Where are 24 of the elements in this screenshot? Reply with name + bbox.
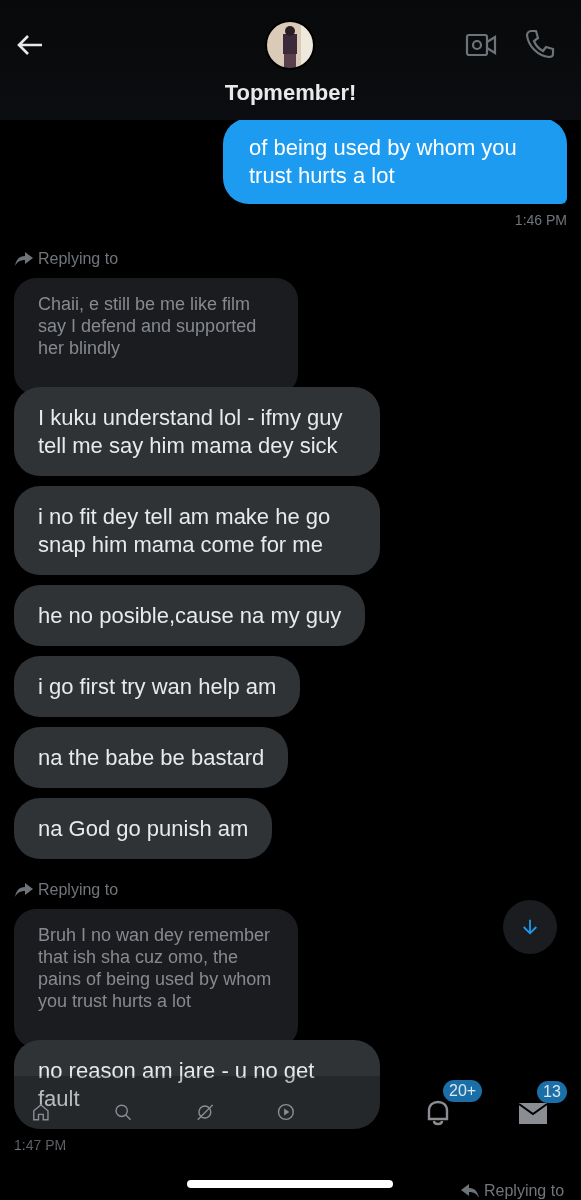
reply-arrow-icon (14, 251, 34, 267)
received-message[interactable]: na God go punish am (14, 798, 273, 859)
replying-to-label: Replying to (38, 250, 119, 268)
received-message[interactable]: na the babe be bastard (14, 727, 289, 788)
replying-to-label: Replying to (38, 881, 119, 899)
received-message[interactable]: no reason am jare - u no get fault (14, 1040, 380, 1129)
received-message[interactable]: I kuku understand lol - ifmy guy tell me say him mama dey sick (14, 387, 380, 476)
sent-message: of being used by whom you trust hurts a lot (223, 118, 567, 204)
reply-arrow-icon (460, 1183, 480, 1199)
received-message[interactable]: i go first try wan help am (14, 656, 301, 717)
received-message[interactable]: i no fit dey tell am make he go snap him mama come for me (14, 486, 380, 575)
reply-arrow-icon (14, 882, 34, 898)
arrow-down-icon (521, 918, 539, 936)
back-arrow-icon[interactable] (16, 33, 44, 57)
replying-to-label: Replying to (484, 1182, 565, 1200)
timestamp: 1:47 PM (14, 1137, 67, 1153)
contact-name: Topmember! (223, 80, 358, 106)
notification-count: 20+ (443, 1080, 483, 1102)
phone-icon[interactable] (525, 29, 555, 59)
scroll-down-button[interactable] (503, 900, 557, 954)
video-camera-icon[interactable] (465, 32, 497, 58)
timestamp: 1:46 PM (514, 212, 567, 228)
received-message[interactable]: he no posible,cause na my guy (14, 585, 366, 646)
message-count: 13 (537, 1081, 567, 1103)
